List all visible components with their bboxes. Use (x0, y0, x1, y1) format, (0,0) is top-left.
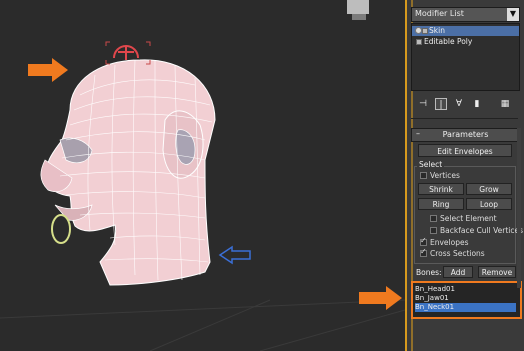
callout-arrow-head-icon (28, 58, 68, 82)
modifier-box-icon (422, 28, 428, 34)
bone-item-jaw[interactable]: Bn_Jaw01 (415, 294, 516, 303)
make-unique-icon[interactable]: ∀ (453, 98, 465, 110)
object-box-icon (416, 39, 422, 45)
loop-button[interactable]: Loop (466, 198, 512, 210)
stack-item-editable-poly[interactable]: Editable Poly (412, 37, 519, 47)
select-group-label: Select (417, 160, 445, 169)
pin-stack-icon[interactable]: ⊣ (417, 98, 429, 110)
panel-scrollbar[interactable] (517, 128, 521, 288)
add-bone-button[interactable]: Add (443, 266, 473, 278)
viewport[interactable] (0, 0, 405, 351)
stack-item-label: Editable Poly (424, 37, 473, 46)
grow-button[interactable]: Grow (466, 183, 512, 195)
show-end-result-icon[interactable]: | (435, 98, 447, 110)
remove-bone-button[interactable]: Remove (478, 266, 516, 278)
callout-arrow-bones-icon (359, 286, 402, 310)
rollout-title: Parameters (442, 130, 489, 139)
bone-item-head[interactable]: Bn_Head01 (415, 285, 516, 294)
bones-list[interactable]: Bn_Head01 Bn_Jaw01 Bn_Neck01 (411, 281, 522, 319)
parameters-rollout-header[interactable]: – Parameters (411, 128, 520, 142)
stack-item-label: Skin (429, 26, 445, 35)
edit-envelopes-button[interactable]: Edit Envelopes (418, 144, 512, 157)
character-head-mesh (40, 59, 216, 286)
stack-toolbar: ⊣ | ∀ ▮ ▦ (411, 98, 518, 112)
chevron-down-icon[interactable]: ▼ (507, 8, 519, 21)
modifier-list-label: Modifier List (415, 9, 464, 18)
configure-sets-icon[interactable]: ▦ (499, 98, 511, 110)
shrink-button[interactable]: Shrink (418, 183, 464, 195)
head-mesh-render (0, 0, 405, 351)
bones-label: Bones: (416, 268, 442, 277)
stack-item-skin[interactable]: Skin (412, 26, 519, 36)
viewcube-icon (347, 0, 369, 20)
neck-bone-arrow-icon (218, 245, 251, 265)
lightbulb-icon[interactable] (415, 27, 422, 34)
head-bone-gizmo-icon (113, 45, 139, 60)
modifier-stack[interactable]: Skin Editable Poly (411, 23, 520, 91)
ring-button[interactable]: Ring (418, 198, 464, 210)
remove-modifier-icon[interactable]: ▮ (471, 98, 483, 110)
bone-item-neck[interactable]: Bn_Neck01 (415, 303, 516, 312)
jaw-bone-ring-icon (51, 214, 71, 244)
modifier-list-dropdown[interactable]: Modifier List ▼ (411, 7, 520, 22)
